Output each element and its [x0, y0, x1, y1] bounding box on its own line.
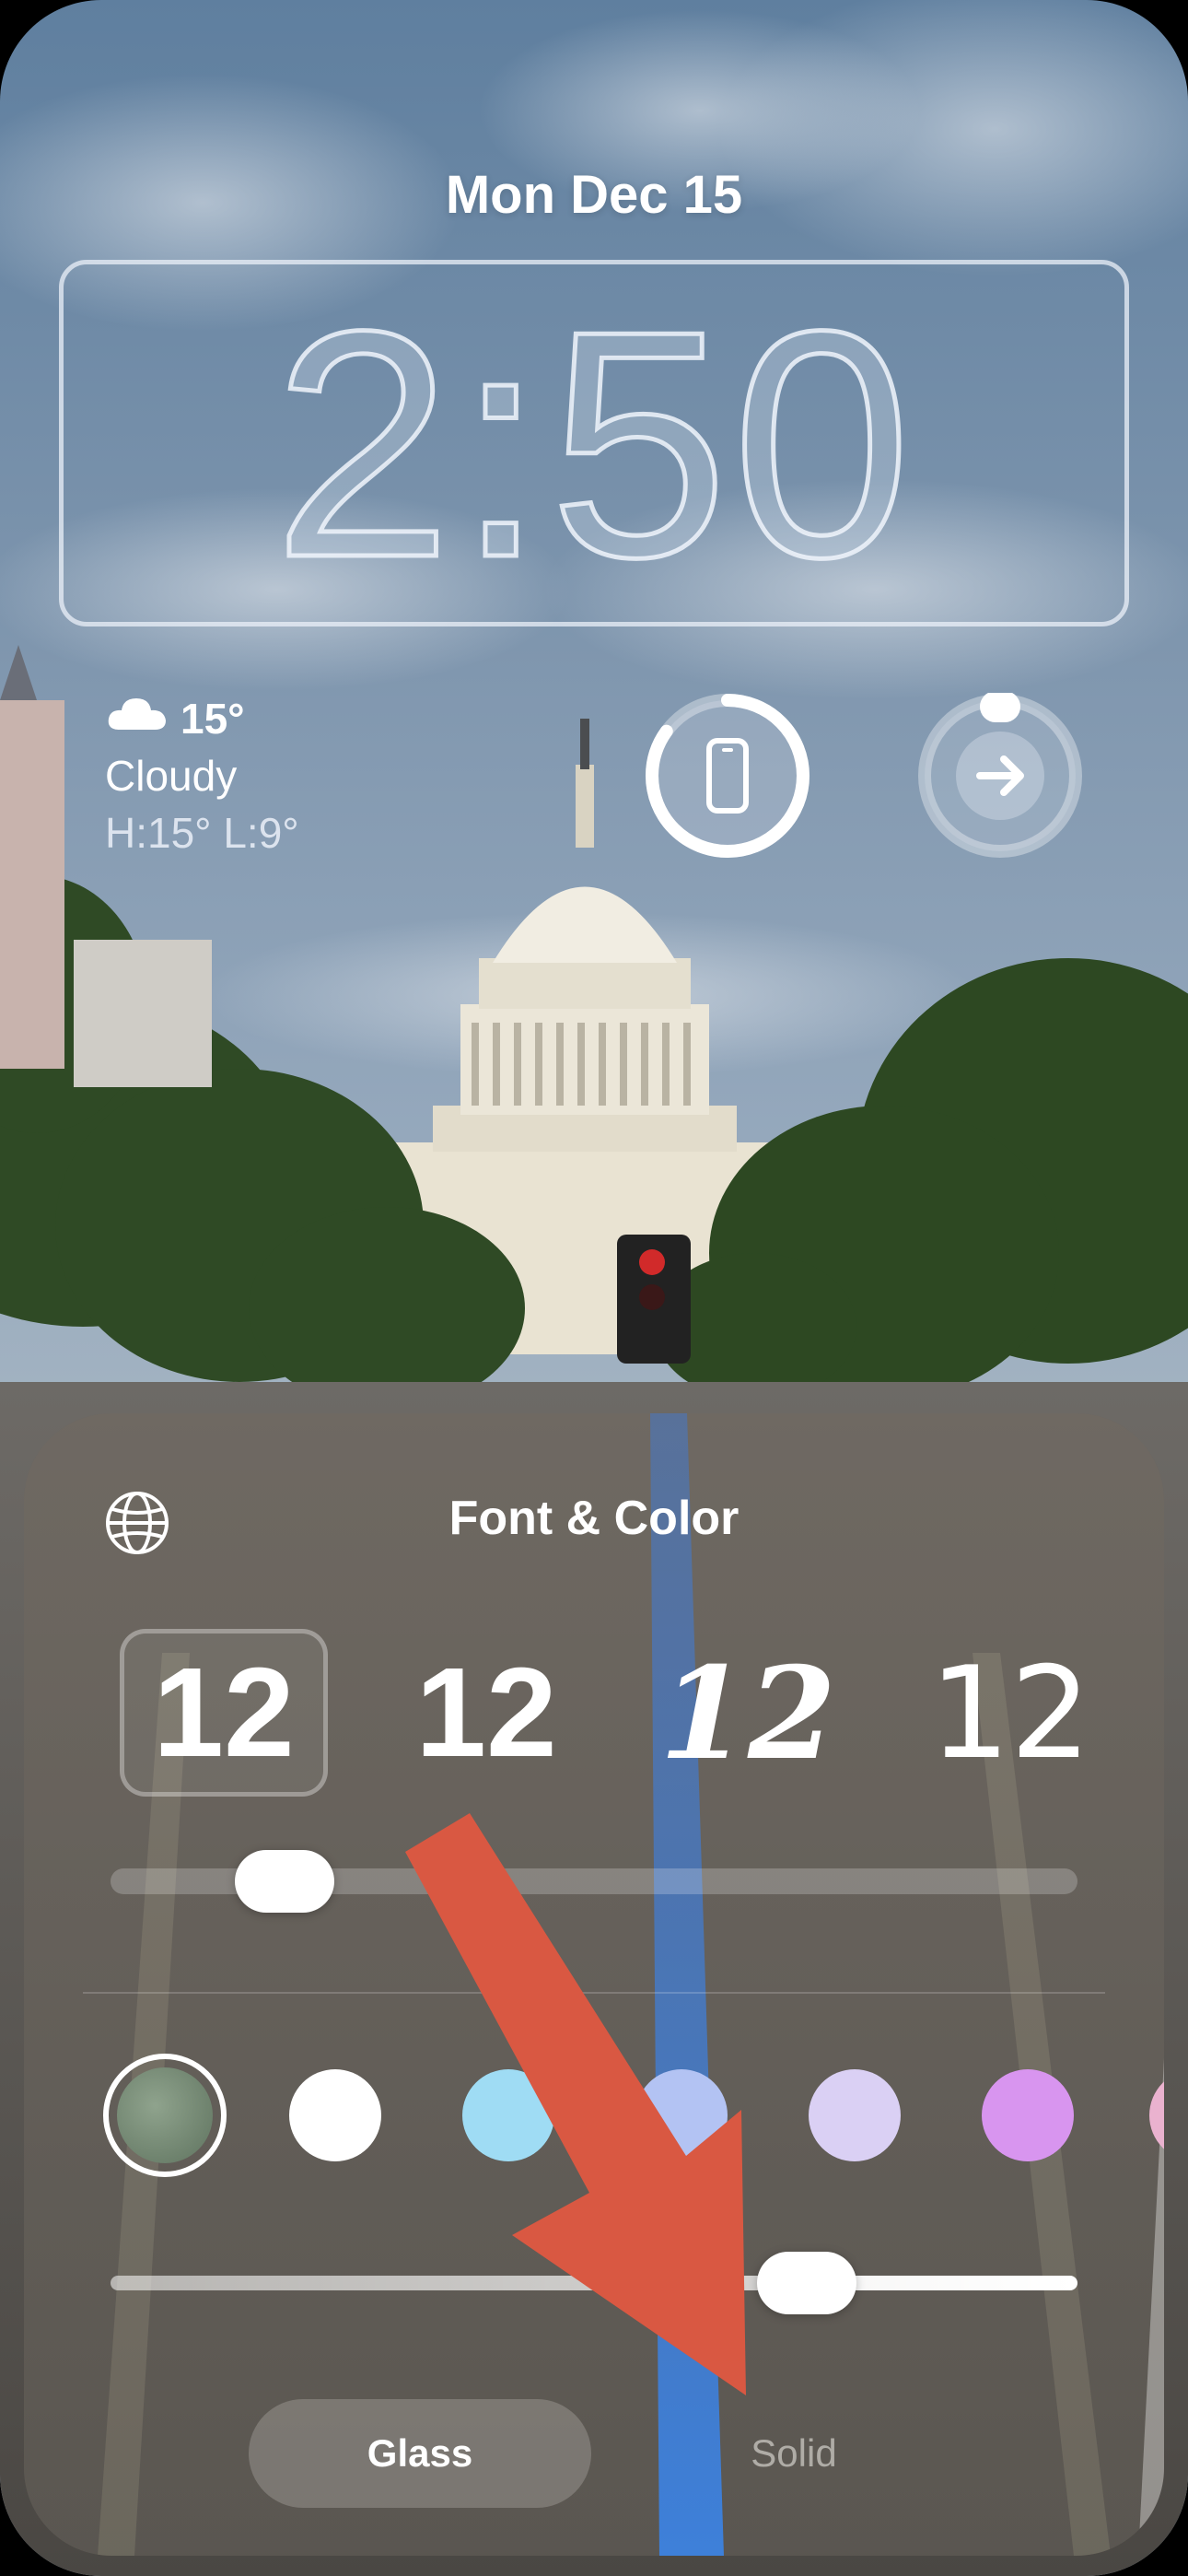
cloud-icon [105, 693, 169, 744]
weather-temperature: 15° [181, 694, 245, 743]
solid-style-button[interactable]: Solid [623, 2399, 965, 2508]
shortcut-ring-widget[interactable] [917, 693, 1083, 859]
font-option-4[interactable]: 12 [906, 1629, 1114, 1797]
glass-style-button[interactable]: Glass [249, 2399, 591, 2508]
lock-time: 2:50 [271, 264, 915, 625]
color-swatch-1[interactable] [103, 2054, 227, 2177]
weather-condition: Cloudy [105, 752, 238, 800]
opacity-slider[interactable] [111, 2276, 1077, 2290]
font-option-2[interactable]: 12 [382, 1629, 590, 1797]
lock-date: Mon Dec 15 [445, 165, 743, 225]
lock-screen: Mon Dec 15 2:50 15° Cloudy H:15° L:9° Fo… [0, 0, 1188, 2576]
color-swatch-4[interactable] [635, 2069, 728, 2161]
font-color-sheet: Font & Color 12 12 12 12 Glass Solid [24, 1413, 1164, 2556]
section-divider [83, 1992, 1105, 1994]
battery-ring-widget[interactable] [645, 693, 810, 859]
sheet-title: Font & Color [448, 1492, 740, 1545]
color-swatch-3[interactable] [462, 2069, 554, 2161]
color-swatch-5[interactable] [809, 2069, 901, 2161]
color-swatch-2[interactable] [289, 2069, 381, 2161]
sheet-blur-background [24, 1413, 1164, 2556]
font-option-3[interactable]: 12 [644, 1629, 852, 1797]
weather-widget[interactable]: 15° Cloudy H:15° L:9° [105, 693, 400, 858]
font-option-1[interactable]: 12 [120, 1629, 328, 1797]
opacity-slider-thumb[interactable] [757, 2252, 856, 2314]
weather-high-low: H:15° L:9° [105, 809, 299, 857]
font-weight-slider-thumb[interactable] [235, 1850, 334, 1913]
color-swatch-6[interactable] [982, 2069, 1074, 2161]
